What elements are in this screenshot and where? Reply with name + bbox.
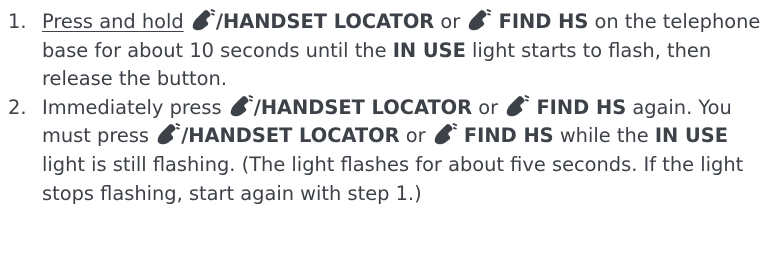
handset-locator-label: HANDSET LOCATOR (222, 10, 435, 33)
step-text: light is still flashing. (The light flas… (42, 152, 744, 205)
steps-list: 1. Press and hold /HANDSET LOCATOR or FI… (0, 0, 781, 208)
press-and-hold-text: Press and hold (42, 10, 184, 33)
find-hs-label: FIND HS (463, 124, 554, 148)
find-hs-label: FIND HS (498, 10, 589, 33)
handset-icon (432, 123, 458, 145)
step-1: 1. Press and hold /HANDSET LOCATOR or FI… (8, 8, 771, 94)
handset-icon (228, 94, 254, 117)
or-text: or (399, 124, 432, 148)
handset-icon (466, 9, 492, 31)
step-number: 2. (8, 95, 27, 119)
instructions-document: 1. Press and hold /HANDSET LOCATOR or FI… (0, 0, 781, 269)
in-use-label: IN USE (392, 38, 466, 62)
step-text: while the (553, 124, 655, 148)
separator-slash: / (253, 95, 261, 119)
handset-locator-label: HANDSET LOCATOR (188, 124, 400, 148)
or-text: or (434, 10, 467, 33)
handset-locator-label: HANDSET LOCATOR (260, 95, 473, 119)
or-text: or (472, 95, 505, 119)
separator-slash: / (215, 10, 223, 33)
handset-icon (155, 123, 181, 145)
step-number: 1. (8, 10, 27, 33)
handset-icon (190, 9, 216, 31)
step-text: Immediately press (42, 95, 228, 119)
in-use-label: IN USE (654, 124, 728, 148)
step-2: 2. Immediately press /HANDSET LOCATOR or… (8, 94, 771, 208)
handset-icon (504, 94, 530, 117)
find-hs-label: FIND HS (536, 95, 627, 119)
